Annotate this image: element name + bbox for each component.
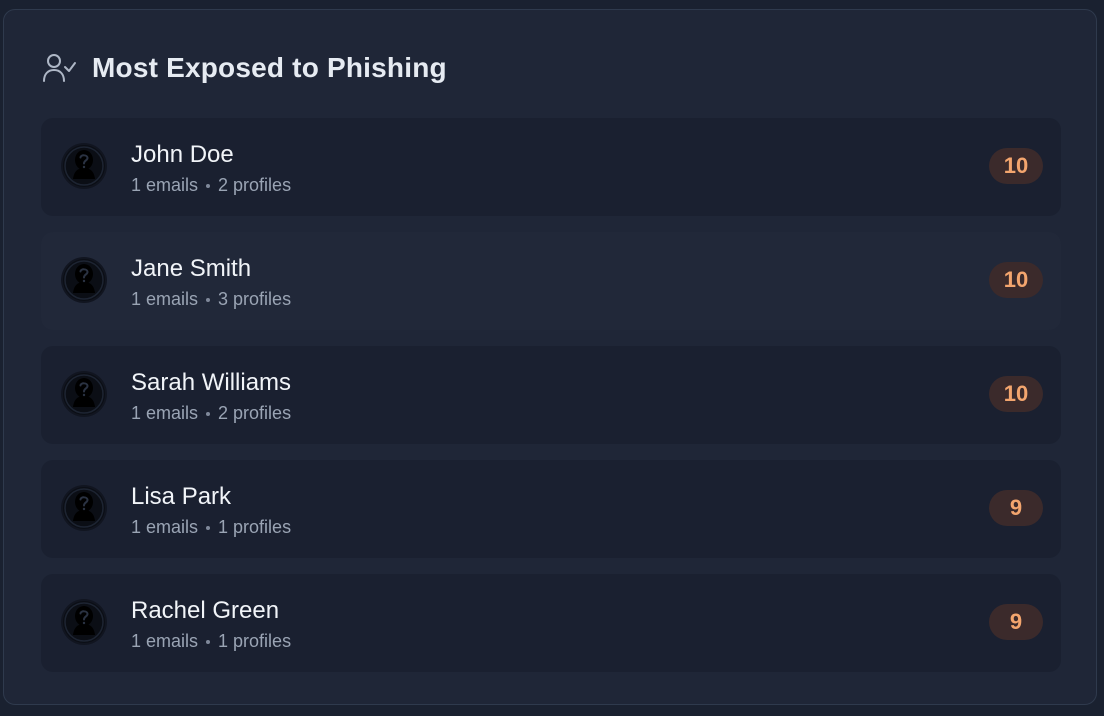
email-count: 1 emails [131, 631, 199, 651]
profile-count: 1 profiles [218, 631, 292, 651]
person-meta: 1 emails 3 profiles [131, 289, 291, 310]
separator-dot [206, 411, 211, 416]
unknown-person-icon [63, 145, 105, 187]
avatar [61, 485, 107, 531]
person-name: Jane Smith [131, 255, 252, 282]
person-name: Sarah Williams [131, 369, 292, 396]
email-count: 1 emails [131, 403, 199, 423]
list-item[interactable]: Jane Smith 1 emails 3 profiles 10 [41, 232, 1061, 330]
profile-count: 3 profiles [218, 289, 292, 309]
separator-dot [206, 183, 211, 188]
avatar [61, 143, 107, 189]
separator-dot [206, 639, 211, 644]
person-name: John Doe [131, 141, 234, 168]
person-meta: 1 emails 1 profiles [131, 631, 291, 652]
exposure-score-badge: 10 [989, 148, 1043, 184]
person-meta: 1 emails 2 profiles [131, 175, 291, 196]
person-meta: 1 emails 1 profiles [131, 517, 291, 538]
panel-header: Most Exposed to Phishing [41, 50, 447, 86]
exposure-panel: Most Exposed to Phishing John Doe 1 emai… [3, 9, 1097, 705]
list-item[interactable]: Rachel Green 1 emails 1 profiles 9 [41, 574, 1061, 672]
profile-count: 1 profiles [218, 517, 292, 537]
people-list: John Doe 1 emails 2 profiles 10 Jane Smi [41, 118, 1061, 688]
avatar [61, 257, 107, 303]
user-check-icon [41, 50, 77, 86]
email-count: 1 emails [131, 517, 199, 537]
list-item[interactable]: Sarah Williams 1 emails 2 profiles 10 [41, 346, 1061, 444]
exposure-score-badge: 10 [989, 262, 1043, 298]
exposure-score-badge: 9 [989, 490, 1043, 526]
list-item[interactable]: Lisa Park 1 emails 1 profiles 9 [41, 460, 1061, 558]
email-count: 1 emails [131, 289, 199, 309]
avatar [61, 599, 107, 645]
unknown-person-icon [63, 259, 105, 301]
unknown-person-icon [63, 601, 105, 643]
person-meta: 1 emails 2 profiles [131, 403, 291, 424]
profile-count: 2 profiles [218, 403, 292, 423]
unknown-person-icon [63, 487, 105, 529]
profile-count: 2 profiles [218, 175, 292, 195]
email-count: 1 emails [131, 175, 199, 195]
avatar [61, 371, 107, 417]
person-name: Rachel Green [131, 597, 280, 624]
list-item[interactable]: John Doe 1 emails 2 profiles 10 [41, 118, 1061, 216]
panel-title: Most Exposed to Phishing [92, 52, 447, 83]
separator-dot [206, 525, 211, 530]
separator-dot [206, 297, 211, 302]
unknown-person-icon [63, 373, 105, 415]
exposure-score-badge: 9 [989, 604, 1043, 640]
exposure-score-badge: 10 [989, 376, 1043, 412]
person-name: Lisa Park [131, 483, 232, 510]
